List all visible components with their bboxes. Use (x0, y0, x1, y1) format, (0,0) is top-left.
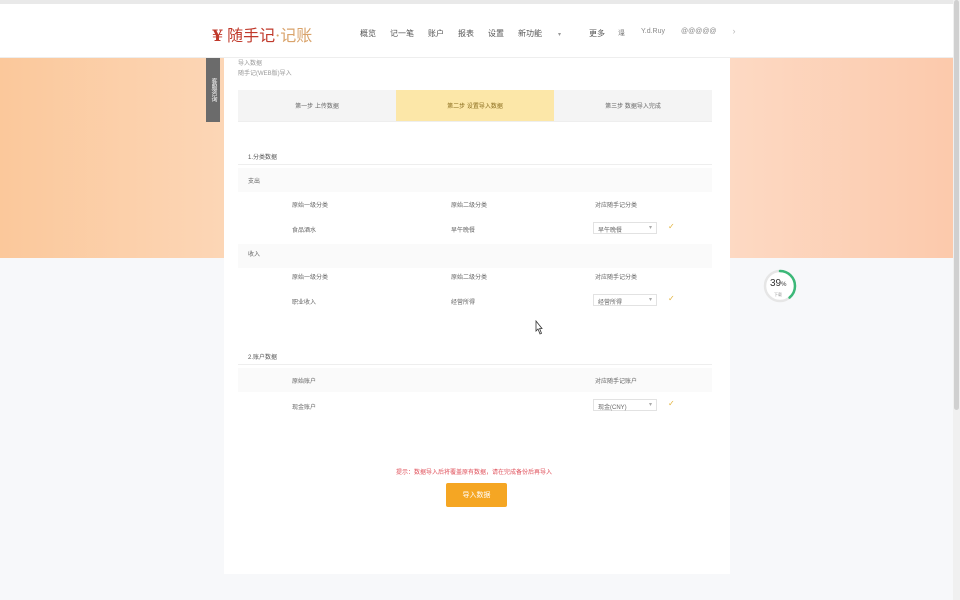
nav-item-record[interactable]: 记一笔 (390, 28, 414, 39)
check-icon: ✓ (668, 399, 675, 408)
divider (238, 164, 712, 165)
chevron-down-icon: ▾ (648, 402, 652, 408)
breadcrumb-subtitle: 随手记(WEB版)导入 (238, 71, 292, 77)
section-category-title: 1.分类数据 (248, 155, 278, 161)
step-upload[interactable]: 第一步 上传数据 (238, 90, 396, 121)
income-row-level2: 经营所得 (451, 300, 476, 306)
logo-main: 随手记 (227, 26, 276, 45)
logo[interactable]: ¥ 随手记·记账 (212, 22, 312, 46)
income-group-header (238, 244, 712, 268)
step-configure[interactable]: 第二步 设置导入数据 (396, 90, 554, 121)
account-header-mapped: 对应随手记账户 (595, 379, 638, 385)
income-row-level1: 职业收入 (292, 300, 317, 306)
account-row-original: 现金账户 (292, 405, 317, 411)
scrollbar-thumb[interactable] (954, 0, 959, 410)
income-category-select[interactable]: 经营所得 ▾ (593, 294, 657, 306)
nav-item-settings[interactable]: 设置 (488, 28, 504, 39)
nav-item-accounts[interactable]: 账户 (428, 28, 444, 39)
expense-row-level1: 食品酒水 (292, 228, 317, 234)
chevron-down-icon: ▾ (648, 225, 652, 231)
progress-value: 39% (770, 278, 787, 289)
expense-group-header (238, 168, 712, 192)
income-header-level2: 原始二级分类 (451, 275, 488, 281)
account-header-original: 原始账户 (292, 379, 317, 385)
step-tabs: 第一步 上传数据 第二步 设置导入数据 第三步 数据导入完成 (238, 90, 712, 122)
user-id: @@@@@ (681, 28, 717, 35)
nav-item-new-features[interactable]: 新功能 ▾ (518, 28, 575, 39)
chevron-right-icon[interactable]: › (733, 26, 736, 38)
logo-yen: ¥ (212, 26, 224, 45)
progress-widget[interactable]: 39% 下载 (762, 265, 798, 307)
expense-label: 支出 (248, 179, 261, 185)
expense-header-mapped: 对应随手记分类 (595, 203, 638, 209)
income-header-mapped: 对应随手记分类 (595, 275, 638, 281)
check-icon: ✓ (668, 294, 675, 303)
expense-header-level2: 原始二级分类 (451, 203, 488, 209)
breadcrumb-title: 导入数据 (238, 61, 263, 67)
section-account-title: 2.账户数据 (248, 355, 278, 361)
account-select[interactable]: 现金(CNY) ▾ (593, 399, 657, 411)
user-area: 退 Y.d.Ruy @@@@@ › (618, 26, 736, 38)
logo-sub: 记账 (280, 26, 313, 45)
chevron-down-icon: ▾ (558, 32, 562, 38)
chevron-down-icon: ▾ (648, 297, 652, 303)
mouse-pointer-icon (535, 320, 543, 335)
progress-sub: 下载 (774, 292, 782, 297)
top-navigation: ¥ 随手记·记账 概览 记一笔 账户 报表 设置 新功能 ▾ 更多 ▾ 退 Y.d.R… (0, 4, 960, 58)
logout-link[interactable]: 退 (618, 28, 625, 38)
background-banner-right (730, 58, 960, 258)
income-header-level1: 原始一级分类 (292, 275, 329, 281)
customer-service-tab[interactable]: 客服咨询 (206, 58, 220, 122)
step-complete[interactable]: 第三步 数据导入完成 (554, 90, 712, 121)
import-data-button[interactable]: 导入数据 (446, 483, 507, 507)
check-icon: ✓ (668, 222, 675, 231)
warning-text: 提示：数据导入后将覆盖原有数据，请在完成备份后再导入 (396, 470, 553, 476)
expense-header-level1: 原始一级分类 (292, 203, 329, 209)
expense-category-select[interactable]: 早午晚餐 ▾ (593, 222, 657, 234)
main-nav: 概览 记一笔 账户 报表 设置 新功能 ▾ 更多 ▾ (360, 28, 652, 39)
income-label: 收入 (248, 252, 261, 258)
nav-item-reports[interactable]: 报表 (458, 28, 474, 39)
divider (238, 364, 712, 365)
background-banner-left (0, 58, 224, 258)
nav-item-overview[interactable]: 概览 (360, 28, 376, 39)
expense-row-level2: 早午晚餐 (451, 228, 476, 234)
username[interactable]: Y.d.Ruy (641, 28, 665, 38)
